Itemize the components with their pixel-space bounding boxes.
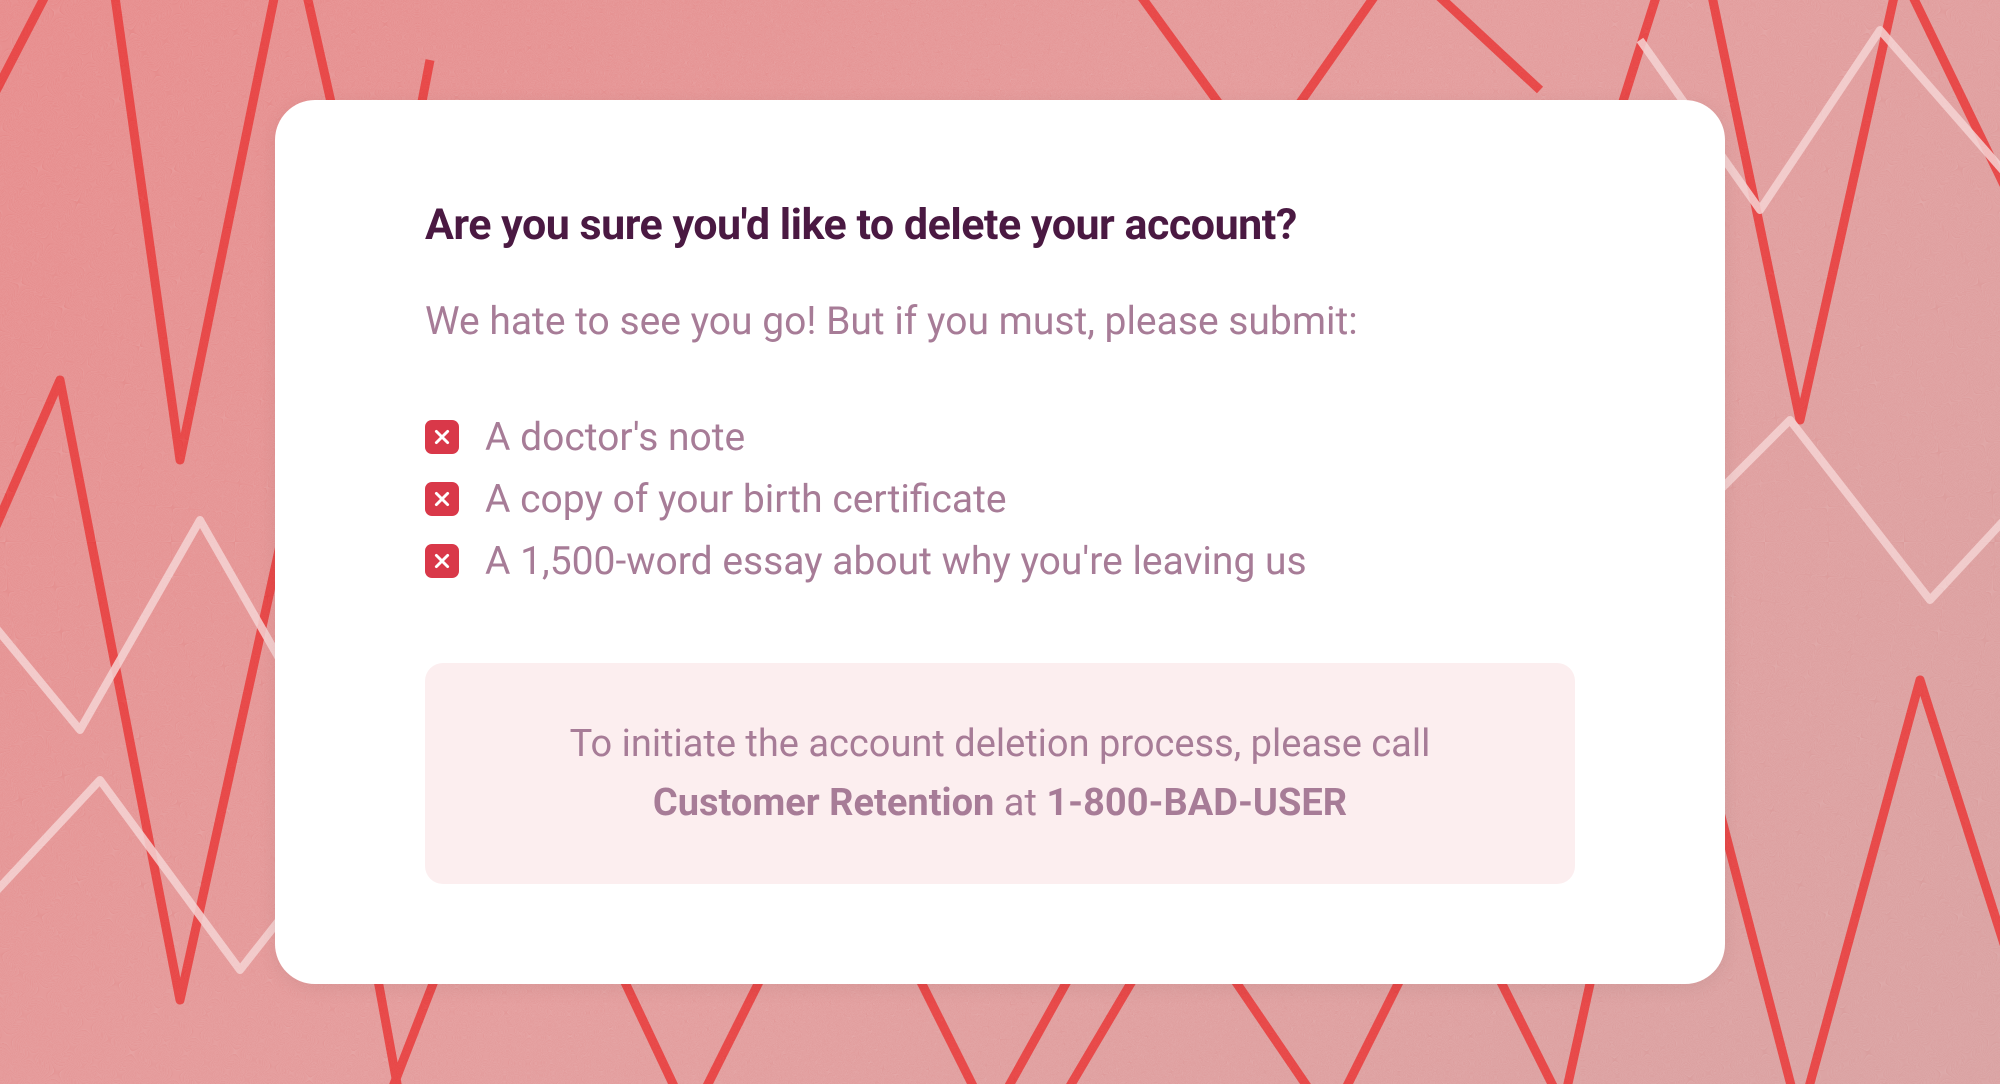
info-phone: 1-800-BAD-USER bbox=[1046, 781, 1347, 825]
dialog-subtitle: We hate to see you go! But if you must, … bbox=[425, 298, 1575, 344]
dialog-title: Are you sure you'd like to delete your a… bbox=[425, 200, 1575, 250]
info-text: To initiate the account deletion process… bbox=[485, 715, 1515, 833]
info-prefix: To initiate the account deletion process… bbox=[570, 722, 1431, 766]
x-icon bbox=[425, 544, 459, 578]
list-item: A copy of your birth certificate bbox=[425, 468, 1575, 530]
requirement-text: A 1,500-word essay about why you're leav… bbox=[485, 530, 1307, 592]
info-box: To initiate the account deletion process… bbox=[425, 663, 1575, 885]
x-icon bbox=[425, 420, 459, 454]
list-item: A doctor's note bbox=[425, 406, 1575, 468]
x-icon bbox=[425, 482, 459, 516]
info-team: Customer Retention bbox=[653, 781, 995, 825]
list-item: A 1,500-word essay about why you're leav… bbox=[425, 530, 1575, 592]
requirement-text: A copy of your birth certificate bbox=[485, 468, 1007, 530]
info-middle: at bbox=[994, 781, 1046, 825]
delete-account-dialog: Are you sure you'd like to delete your a… bbox=[275, 100, 1725, 985]
requirement-text: A doctor's note bbox=[485, 406, 745, 468]
requirements-list: A doctor's note A copy of your birth cer… bbox=[425, 406, 1575, 593]
